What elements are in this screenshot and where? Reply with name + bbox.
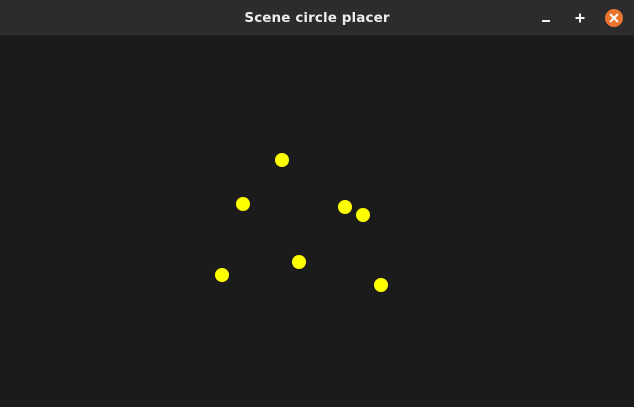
- maximize-icon: [575, 13, 585, 23]
- minimize-button[interactable]: [536, 8, 556, 28]
- minimize-icon: [542, 20, 550, 22]
- scene-canvas[interactable]: [0, 36, 634, 407]
- scene-circle[interactable]: [356, 208, 370, 222]
- scene-circle[interactable]: [292, 255, 306, 269]
- scene-circle[interactable]: [338, 200, 352, 214]
- scene-circle[interactable]: [275, 153, 289, 167]
- scene-circle[interactable]: [215, 268, 229, 282]
- close-button[interactable]: [604, 8, 624, 28]
- title-bar[interactable]: Scene circle placer: [0, 0, 634, 36]
- scene-circle[interactable]: [374, 278, 388, 292]
- scene-circle[interactable]: [236, 197, 250, 211]
- app-window: Scene circle placer: [0, 0, 634, 407]
- close-icon: [605, 9, 623, 27]
- maximize-button[interactable]: [570, 8, 590, 28]
